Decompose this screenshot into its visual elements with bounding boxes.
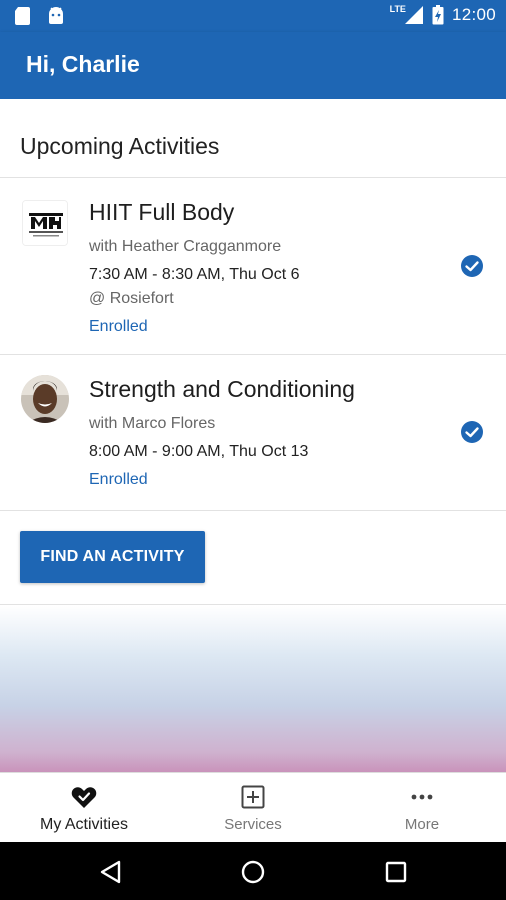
battery-icon (432, 5, 444, 25)
status-bar: LTE 12:00 (0, 0, 506, 32)
gym-logo (22, 200, 68, 246)
sd-card-icon (15, 7, 30, 25)
activity-title[interactable]: HIIT Full Body (89, 199, 234, 226)
main-content[interactable]: Upcoming Activities HIIT Full Body with … (0, 99, 506, 772)
check-circle-icon (461, 421, 483, 443)
activity-title[interactable]: Strength and Conditioning (89, 376, 355, 403)
nav-my-activities[interactable]: My Activities (0, 773, 168, 843)
nav-more[interactable]: More (338, 773, 506, 843)
section-title: Upcoming Activities (20, 133, 220, 159)
enrollment-status: Enrolled (89, 318, 148, 335)
nav-label: My Activities (39, 816, 128, 833)
nav-label: Services (224, 816, 282, 833)
activity-time: 7:30 AM - 8:30 AM, Thu Oct 6 (89, 266, 300, 283)
divider (0, 604, 506, 605)
activity-instructor: with Marco Flores (89, 415, 216, 432)
decorative-gradient (0, 606, 506, 772)
network-type: LTE (389, 4, 406, 14)
back-icon[interactable] (98, 859, 124, 885)
bottom-navigation: My Activities Services More (0, 772, 506, 842)
nav-services[interactable]: Services (169, 773, 337, 843)
heart-check-icon (71, 787, 97, 808)
system-navigation-bar (0, 842, 506, 900)
status-time: 12:00 (451, 5, 496, 24)
plus-square-icon (241, 785, 265, 809)
activity-location: @ Rosiefort (89, 290, 174, 307)
check-circle-icon (461, 255, 483, 277)
enrollment-status: Enrolled (89, 471, 148, 488)
activity-instructor: with Heather Cragganmore (89, 238, 282, 255)
home-icon[interactable] (240, 859, 266, 885)
android-icon (49, 7, 63, 24)
recents-icon[interactable] (383, 859, 409, 885)
app-bar: Hi, Charlie (0, 32, 506, 99)
signal-icon (404, 6, 423, 24)
activity-time: 8:00 AM - 9:00 AM, Thu Oct 13 (89, 443, 309, 460)
find-activity-button[interactable]: FIND AN ACTIVITY (20, 531, 205, 583)
activity-card[interactable]: HIIT Full Body with Heather Cragganmore … (0, 178, 506, 354)
more-dots-icon (411, 794, 433, 800)
activity-card[interactable]: Strength and Conditioning with Marco Flo… (0, 355, 506, 510)
instructor-avatar (21, 375, 69, 423)
divider (0, 510, 506, 511)
page-title: Hi, Charlie (26, 51, 140, 77)
nav-label: More (404, 816, 440, 833)
